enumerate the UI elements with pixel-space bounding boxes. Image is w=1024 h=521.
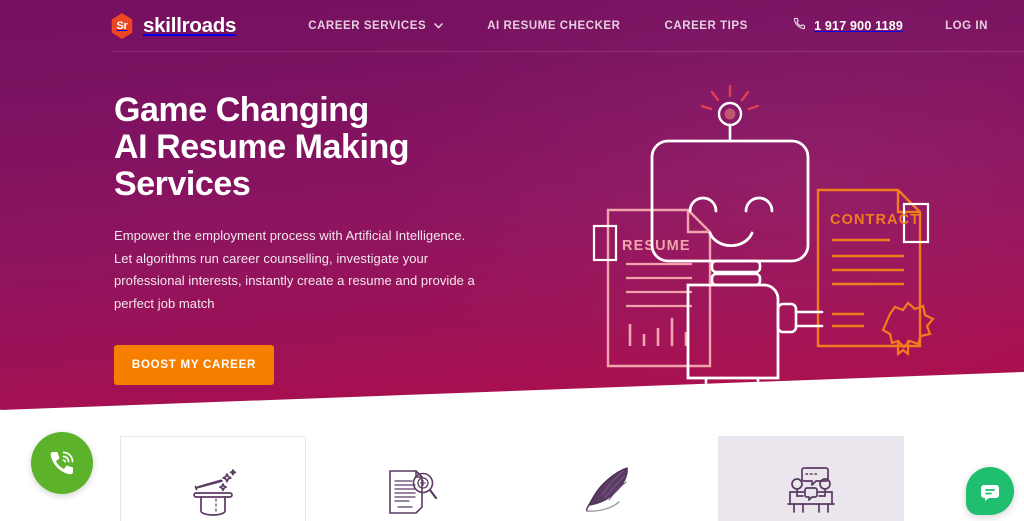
brand-badge-text: Sr — [116, 19, 128, 32]
boost-my-career-button[interactable]: BOOST MY CAREER — [114, 345, 274, 385]
service-card-cover-letter[interactable] — [518, 436, 704, 521]
services-row — [0, 421, 1024, 521]
document-search-icon — [382, 461, 440, 521]
magic-hat-icon — [182, 461, 244, 521]
service-card-interview-prep[interactable] — [718, 436, 904, 521]
service-card-resume-builder[interactable] — [120, 436, 306, 521]
nav-item-career-tips[interactable]: CAREER TIPS — [665, 20, 748, 32]
nav-label-career-services: CAREER SERVICES — [308, 20, 427, 32]
page-title: Game Changing AI Resume Making Services — [114, 92, 514, 203]
header-actions: 1 917 900 1189 LOG IN — [793, 17, 988, 35]
nav-item-career-services[interactable]: CAREER SERVICES — [308, 20, 443, 32]
call-widget-button[interactable] — [31, 432, 93, 494]
nav-label-ai-resume-checker: AI RESUME CHECKER — [487, 20, 621, 32]
site-header: Sr skillroads CAREER SERVICES AI RESUME … — [0, 0, 1024, 52]
hero-title-line-1: Game Changing — [114, 91, 369, 129]
hero-subtitle: Empower the employment process with Arti… — [114, 228, 475, 311]
quill-pen-icon — [581, 462, 641, 521]
brand-name: skillroads — [143, 14, 237, 37]
chat-widget-button[interactable] — [966, 467, 1014, 515]
phone-number: 1 917 900 1189 — [814, 19, 904, 33]
hero-illustration: RESUME CONTRACT — [560, 78, 980, 398]
header-divider — [112, 51, 1024, 52]
hero-section: RESUME CONTRACT Game Changing AI Resume … — [0, 0, 1024, 410]
login-button[interactable]: LOG IN — [945, 20, 988, 32]
interview-icon — [782, 462, 840, 521]
header-phone[interactable]: 1 917 900 1189 — [793, 17, 903, 35]
nav-item-ai-resume-checker[interactable]: AI RESUME CHECKER — [487, 20, 620, 32]
contract-document-label: CONTRACT — [830, 212, 920, 228]
service-card-resume-review[interactable] — [318, 436, 504, 521]
hero-title-line-3: Services — [114, 165, 251, 203]
phone-icon — [793, 17, 806, 35]
main-navigation: CAREER SERVICES AI RESUME CHECKER CAREER… — [308, 20, 748, 32]
resume-document-label: RESUME — [622, 238, 691, 254]
hero-title-line-2: AI Resume Making — [114, 128, 410, 166]
skillroads-badge-icon: Sr — [111, 13, 133, 39]
hero-copy: Game Changing AI Resume Making Services … — [114, 92, 514, 385]
chevron-down-icon — [434, 20, 443, 32]
nav-label-career-tips: CAREER TIPS — [664, 20, 748, 32]
brand-logo[interactable]: Sr skillroads — [110, 13, 236, 39]
